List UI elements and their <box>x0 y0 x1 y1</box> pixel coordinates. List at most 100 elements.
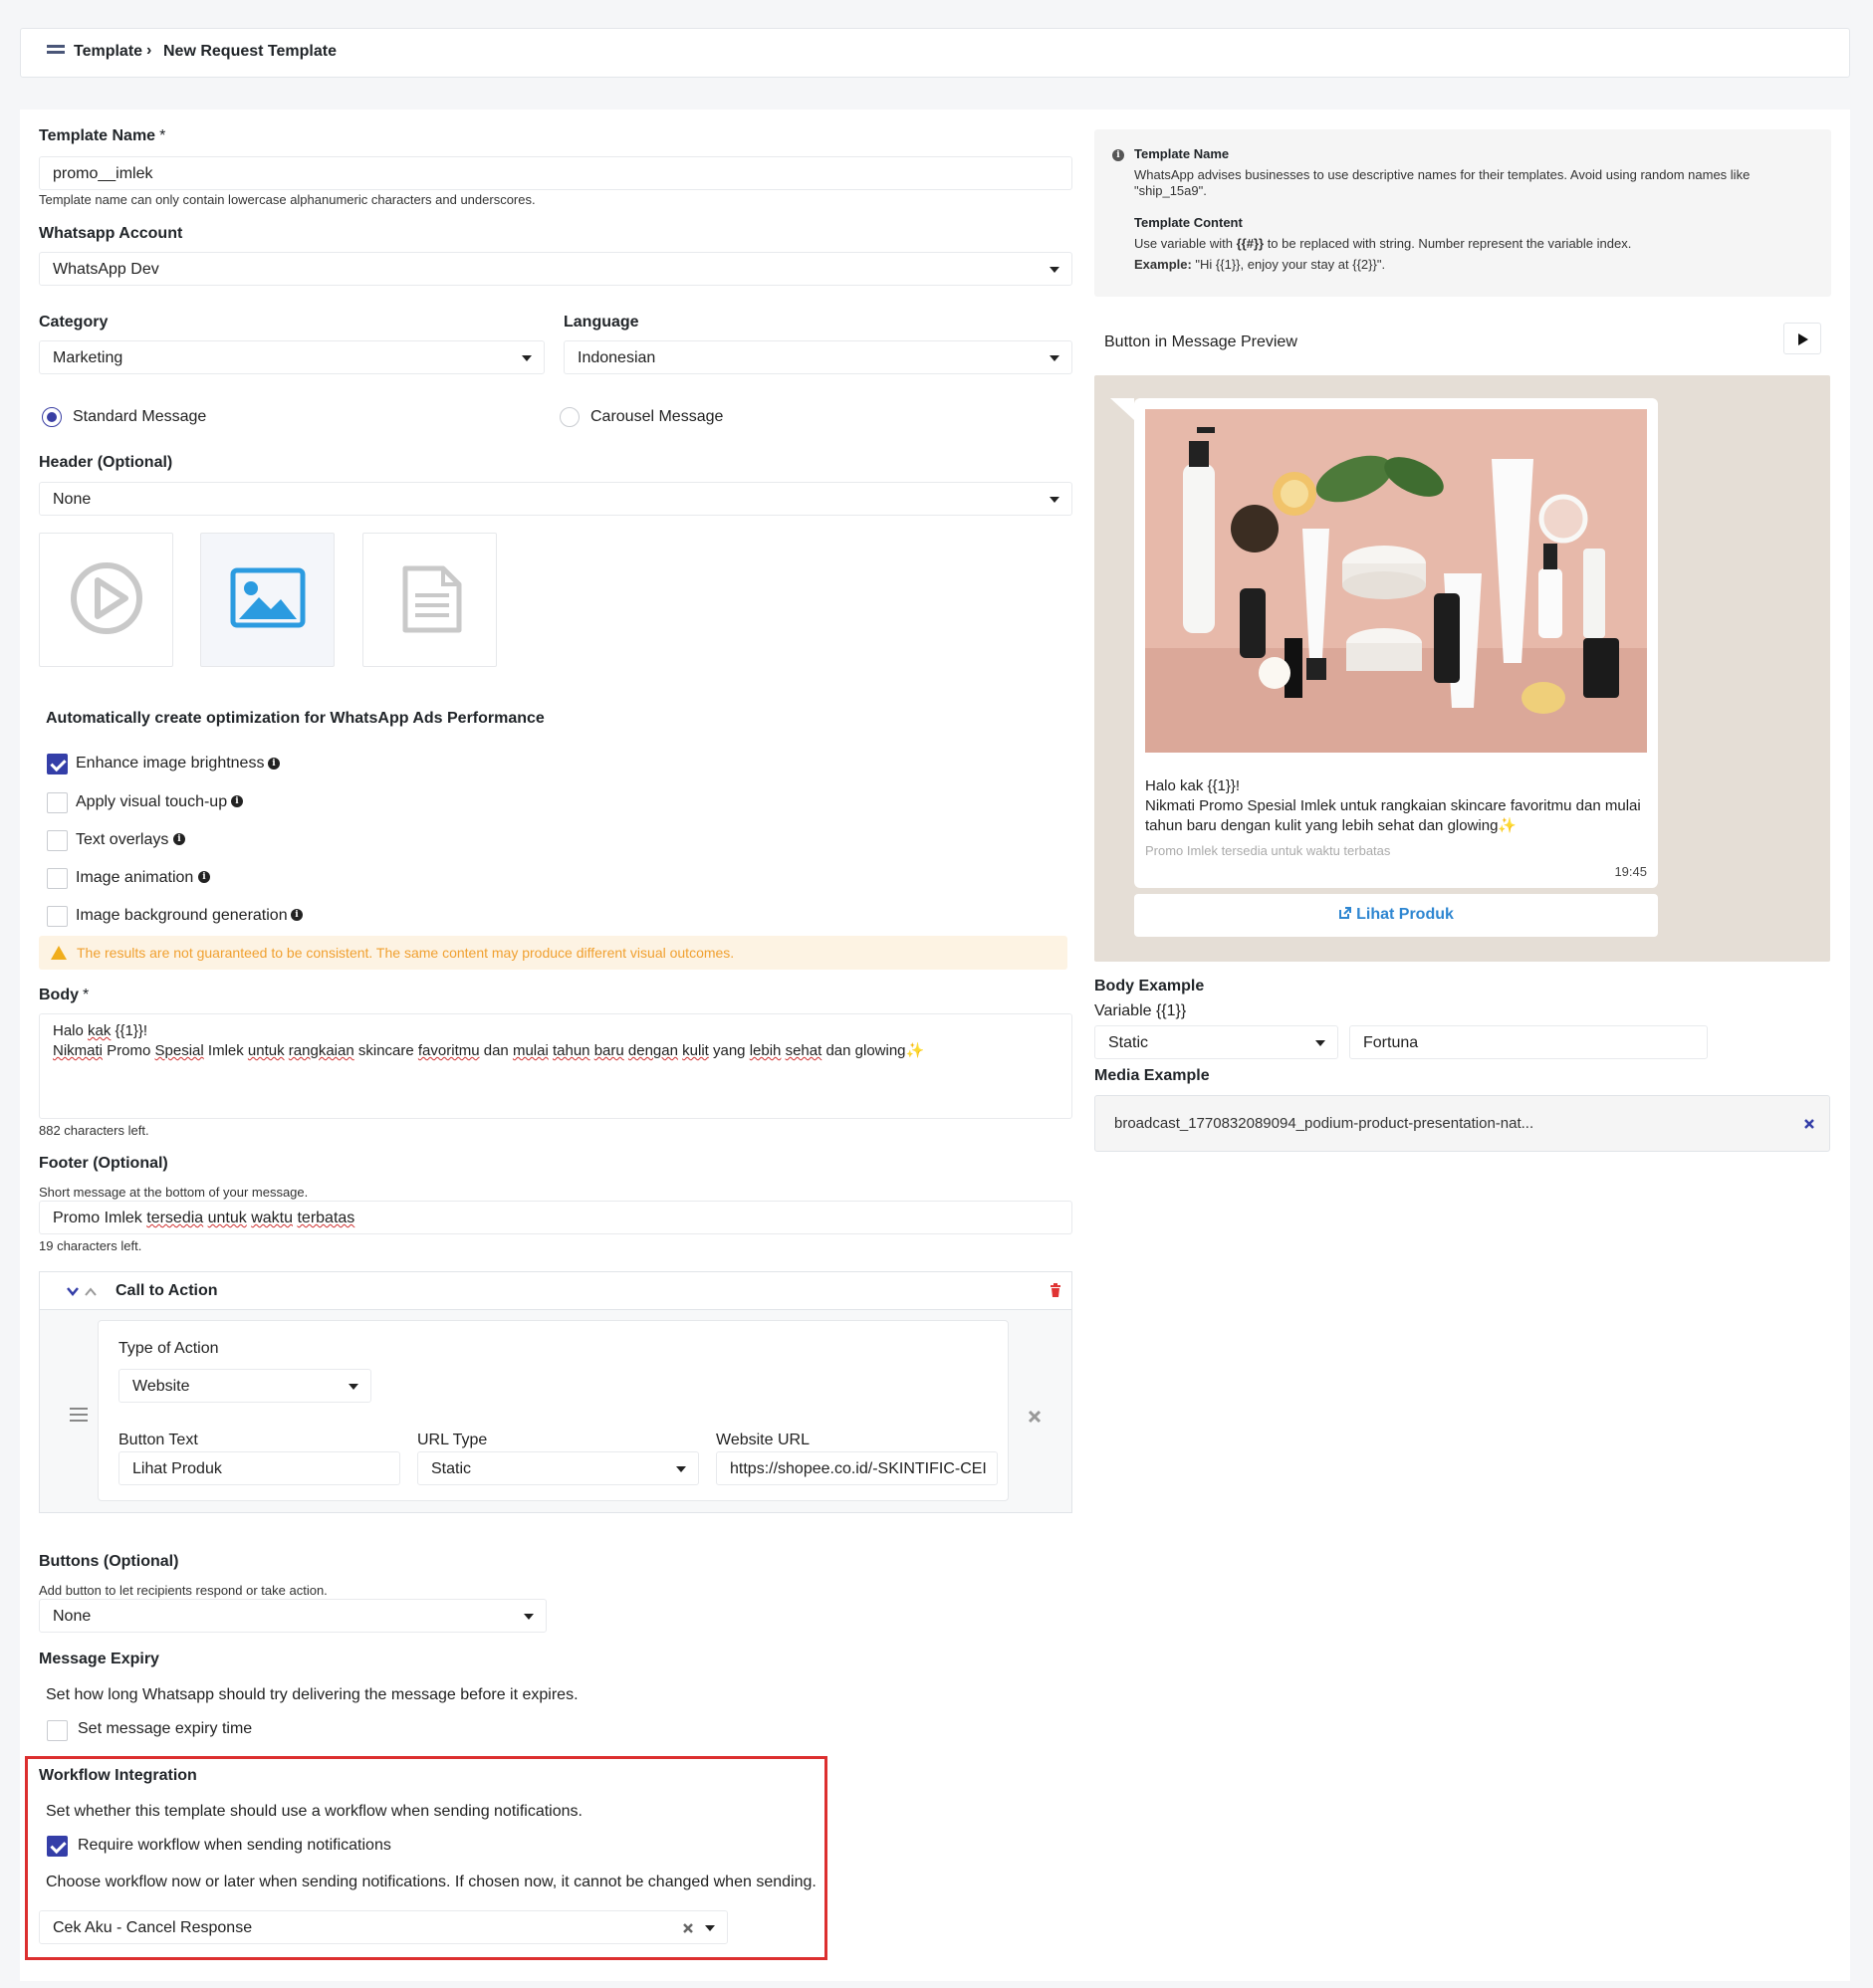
info-icon[interactable]: i <box>291 909 303 921</box>
workflow-select[interactable]: Cek Aku - Cancel Response <box>39 1910 728 1944</box>
trash-icon[interactable] <box>1050 1283 1061 1297</box>
background-generation-checkbox[interactable] <box>47 906 68 927</box>
template-name-input[interactable]: promo__imlek <box>39 156 1072 190</box>
preview-footer: Promo Imlek tersedia untuk waktu terbata… <box>1145 843 1391 858</box>
template-name-label: Template Name * <box>39 127 166 144</box>
category-select[interactable]: Marketing <box>39 340 545 374</box>
image-animation-checkbox[interactable] <box>47 868 68 889</box>
enhance-brightness-checkbox[interactable] <box>47 754 68 774</box>
list-icon <box>47 45 65 61</box>
breadcrumb-current: New Request Template <box>163 43 337 60</box>
info-icon[interactable]: i <box>198 871 210 883</box>
product-image <box>1145 409 1647 753</box>
document-icon <box>402 565 462 633</box>
collapse-toggle-icon[interactable] <box>66 1285 100 1299</box>
text-overlays-checkbox[interactable] <box>47 830 68 851</box>
workflow-checkbox[interactable] <box>47 1836 68 1857</box>
language-value: Indonesian <box>578 349 656 366</box>
buttons-label: Buttons (Optional) <box>39 1553 179 1570</box>
website-url-input[interactable]: https://shopee.co.id/-SKINTIFIC-CEI <box>716 1451 998 1485</box>
preview-title: Button in Message Preview <box>1104 333 1297 350</box>
workflow-checkbox-label: Require workflow when sending notificati… <box>78 1837 391 1854</box>
standard-message-label: Standard Message <box>73 408 207 425</box>
media-example-label: Media Example <box>1094 1067 1210 1084</box>
preview-body-line1: Halo kak {{1}}! <box>1145 777 1241 794</box>
message-preview: Halo kak {{1}}! Nikmati Promo Spesial Im… <box>1094 375 1830 962</box>
type-of-action-value: Website <box>132 1378 190 1395</box>
whatsapp-account-select[interactable]: WhatsApp Dev <box>39 252 1072 286</box>
carousel-message-label: Carousel Message <box>590 408 724 425</box>
remove-icon[interactable] <box>1028 1410 1042 1424</box>
info-icon[interactable]: i <box>268 758 280 770</box>
body-textarea[interactable]: Halo kak {{1}}! Nikmati Promo Spesial Im… <box>39 1013 1072 1119</box>
warning-text: The results are not guaranteed to be con… <box>77 945 735 961</box>
type-of-action-select[interactable]: Website <box>118 1369 371 1403</box>
message-expiry-help: Set how long Whatsapp should try deliver… <box>46 1686 579 1703</box>
header-value: None <box>53 491 92 508</box>
preview-cta-button[interactable]: Lihat Produk <box>1134 894 1658 937</box>
guide-name-title: Template Name <box>1134 146 1230 161</box>
workflow-value: Cek Aku - Cancel Response <box>53 1919 253 1936</box>
background-generation-label: Image background generation <box>76 907 288 924</box>
footer-input[interactable]: Promo Imlek tersedia untuk waktu terbata… <box>39 1201 1072 1234</box>
call-to-action-header: Call to Action <box>40 1272 1071 1310</box>
buttons-value: None <box>53 1608 92 1625</box>
carousel-message-radio[interactable] <box>560 407 580 427</box>
preview-cta-label: Lihat Produk <box>1356 906 1454 923</box>
expiry-checkbox[interactable] <box>47 1720 68 1741</box>
visual-touchup-checkbox[interactable] <box>47 792 68 813</box>
footer-label: Footer (Optional) <box>39 1155 168 1172</box>
text-overlays-label: Text overlays <box>76 831 169 848</box>
guide-content-text: Use variable with {{#}} to be replaced w… <box>1134 236 1632 251</box>
expiry-checkbox-label: Set message expiry time <box>78 1720 253 1737</box>
button-text-label: Button Text <box>118 1432 198 1448</box>
remove-media-icon[interactable] <box>1803 1118 1815 1130</box>
breadcrumb: Template › New Request Template <box>20 28 1850 78</box>
info-icon: i <box>1112 149 1124 161</box>
enhance-brightness-label: Enhance image brightness <box>76 755 265 772</box>
bubble-tail <box>1110 398 1134 420</box>
language-select[interactable]: Indonesian <box>564 340 1072 374</box>
whatsapp-account-value: WhatsApp Dev <box>53 261 159 278</box>
visual-touchup-label: Apply visual touch-up <box>76 793 228 810</box>
url-type-value: Static <box>431 1460 472 1477</box>
template-name-help: Template name can only contain lowercase… <box>39 192 536 207</box>
buttons-select[interactable]: None <box>39 1599 547 1633</box>
clear-icon[interactable] <box>682 1922 694 1934</box>
url-type-select[interactable]: Static <box>417 1451 699 1485</box>
variable-type-select[interactable]: Static <box>1094 1025 1338 1059</box>
header-select[interactable]: None <box>39 482 1072 516</box>
category-label: Category <box>39 314 109 331</box>
workflow-help: Set whether this template should use a w… <box>46 1803 583 1820</box>
image-icon <box>230 567 306 628</box>
info-icon[interactable]: i <box>231 795 243 807</box>
category-value: Marketing <box>53 349 123 366</box>
website-url-label: Website URL <box>716 1432 810 1448</box>
optimization-title: Automatically create optimization for Wh… <box>46 710 545 727</box>
header-video-option[interactable] <box>39 533 173 667</box>
body-example-label: Body Example <box>1094 978 1205 994</box>
header-document-option[interactable] <box>362 533 497 667</box>
button-text-input[interactable]: Lihat Produk <box>118 1451 400 1485</box>
message-expiry-label: Message Expiry <box>39 1651 159 1667</box>
drag-handle-icon[interactable] <box>70 1408 88 1422</box>
standard-message-radio[interactable] <box>42 407 62 427</box>
guide-name-text: WhatsApp advises businesses to use descr… <box>1134 167 1751 198</box>
breadcrumb-root[interactable]: Template <box>74 43 142 61</box>
play-icon <box>1798 333 1808 345</box>
footer-help: Short message at the bottom of your mess… <box>39 1185 309 1200</box>
header-label: Header (Optional) <box>39 454 173 471</box>
url-type-label: URL Type <box>417 1432 488 1448</box>
header-image-option[interactable] <box>200 533 335 667</box>
preview-body-line2: Nikmati Promo Spesial Imlek untuk rangka… <box>1145 797 1641 834</box>
media-example-file: broadcast_1770832089094_podium-product-p… <box>1094 1095 1830 1152</box>
variable-value-input[interactable]: Fortuna <box>1349 1025 1708 1059</box>
preview-play-button[interactable] <box>1783 323 1821 354</box>
info-icon[interactable]: i <box>173 833 185 845</box>
media-file-name: broadcast_1770832089094_podium-product-p… <box>1114 1115 1534 1132</box>
guide-example: Example: "Hi {{1}}, enjoy your stay at {… <box>1134 257 1386 272</box>
whatsapp-account-label: Whatsapp Account <box>39 225 183 242</box>
image-animation-label: Image animation <box>76 869 194 886</box>
buttons-help: Add button to let recipients respond or … <box>39 1583 328 1598</box>
call-to-action-item: Type of Action Website Button Text Lihat… <box>98 1320 1009 1501</box>
